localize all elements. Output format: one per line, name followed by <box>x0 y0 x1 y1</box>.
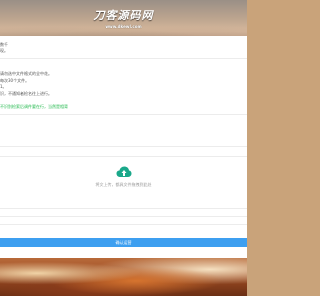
logo-url: www.dkewl.com <box>105 24 142 29</box>
divider <box>0 216 247 217</box>
rule-item: 请勿选中文件格式的全中花。 <box>0 71 52 76</box>
site-logo[interactable]: 刀客源码网 www.dkewl.com <box>0 7 247 29</box>
intro-line: 现。 <box>0 48 8 53</box>
divider <box>0 224 247 225</box>
divider <box>0 146 247 147</box>
logo-text: 刀客源码网 <box>93 9 154 22</box>
upload-panel: 数千 现。 请勿选中文件格式的全中花。 每次30个文件。 1。 识，不通知者检名… <box>0 36 247 258</box>
divider <box>0 58 247 59</box>
confirm-button[interactable]: 确认运营 <box>0 238 247 247</box>
upload-hint: 将文上传，都具文件拖拽到此处 <box>95 182 152 187</box>
divider <box>0 208 247 209</box>
upload-rules: 请勿选中文件格式的全中花。 每次30个文件。 1。 识，不通知者检名往上进行。 <box>0 71 52 97</box>
notice-link[interactable]: 不识别检索后调件要在行，当然是相背 <box>0 104 68 110</box>
background-autumn-hills <box>0 258 247 296</box>
rule-item: 识，不通知者检名往上进行。 <box>0 90 52 96</box>
upload-dropzone[interactable]: 将文上传，都具文件拖拽到此处 <box>0 166 247 188</box>
divider <box>0 156 247 157</box>
intro-text: 数千 现。 <box>0 42 8 54</box>
cloud-upload-icon <box>116 166 131 177</box>
divider <box>0 114 247 115</box>
